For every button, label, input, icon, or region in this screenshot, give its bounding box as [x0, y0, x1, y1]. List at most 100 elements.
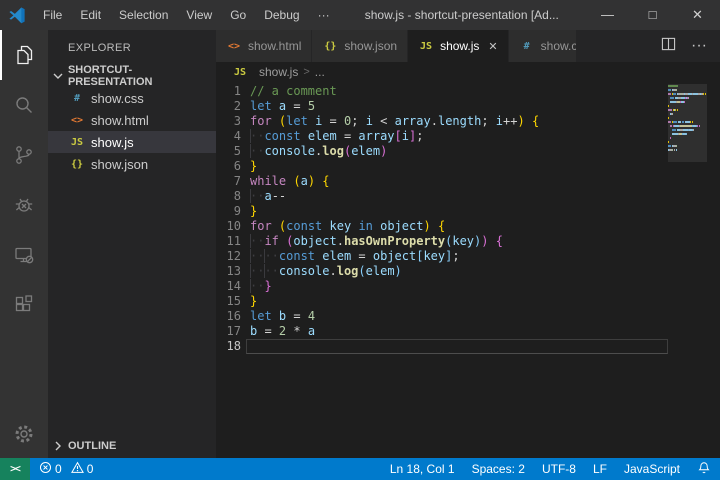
code-token: ): [423, 219, 430, 233]
editor-group: <>show.html{}show.jsonJSshow.js✕#show.cs…: [216, 30, 720, 458]
outline-section-header[interactable]: OUTLINE: [48, 435, 216, 457]
menu-view[interactable]: View: [177, 0, 221, 30]
code-token: (: [293, 174, 300, 188]
code-line-15[interactable]: 15}: [216, 294, 720, 309]
code-token: key: [452, 234, 474, 248]
code-line-14[interactable]: 14··}: [216, 279, 720, 294]
split-editor-icon[interactable]: [661, 37, 676, 56]
code-line-18[interactable]: 18: [216, 339, 720, 354]
menu-selection[interactable]: Selection: [110, 0, 177, 30]
maximize-button[interactable]: □: [630, 0, 675, 30]
tab-bar: <>show.html{}show.jsonJSshow.js✕#show.cs…: [216, 30, 720, 62]
code-token: =: [286, 99, 308, 113]
file-item-show.css[interactable]: # show.css: [48, 87, 216, 109]
folder-section-header[interactable]: SHORTCUT-PRESENTATION: [48, 65, 216, 87]
code-token: log: [322, 144, 344, 158]
status-eol[interactable]: LF: [593, 462, 607, 476]
code-token: [431, 219, 438, 233]
activity-remote-explorer[interactable]: [0, 230, 48, 280]
code-token: ;: [351, 114, 365, 128]
file-item-show.html[interactable]: <>show.html: [48, 109, 216, 131]
more-actions-icon[interactable]: ···: [691, 37, 707, 55]
code-line-8[interactable]: 8··a--: [216, 189, 720, 204]
code-token: elem: [322, 249, 351, 263]
tab-show.js[interactable]: JSshow.js✕: [408, 30, 509, 62]
code-line-1[interactable]: 1// a comment: [216, 84, 720, 99]
code-token: [272, 99, 279, 113]
source-control-icon: [12, 143, 36, 167]
breadcrumb-file[interactable]: show.js: [259, 65, 298, 79]
code-line-5[interactable]: 5··console.log(elem): [216, 144, 720, 159]
file-name: show.css: [91, 91, 144, 106]
code-line-12[interactable]: 12····const elem = object[key];: [216, 249, 720, 264]
menu-edit[interactable]: Edit: [71, 0, 110, 30]
code-editor[interactable]: 1// a comment2let a = 53for (let i = 0; …: [216, 82, 720, 458]
menu-go[interactable]: Go: [221, 0, 255, 30]
code-line-17[interactable]: 17b = 2 * a: [216, 324, 720, 339]
css-file-icon: #: [69, 93, 85, 104]
code-line-6[interactable]: 6}: [216, 159, 720, 174]
code-token: const: [286, 219, 322, 233]
json-file-icon: {}: [322, 41, 338, 52]
code-token: elem: [366, 264, 395, 278]
debug-icon: [12, 193, 36, 217]
remote-indicator[interactable]: ><: [0, 458, 30, 480]
chevron-down-icon: [50, 71, 66, 81]
activity-extensions[interactable]: [0, 280, 48, 330]
tab-close-icon[interactable]: ✕: [488, 40, 497, 53]
menu-debug[interactable]: Debug: [255, 0, 308, 30]
code-line-4[interactable]: 4··const elem = array[i];: [216, 129, 720, 144]
window-controls: — □ ✕: [585, 0, 720, 30]
line-number: 18: [216, 339, 241, 354]
activity-debug[interactable]: [0, 180, 48, 230]
activity-search[interactable]: [0, 80, 48, 130]
code-token: 5: [308, 99, 315, 113]
activity-settings[interactable]: [0, 422, 48, 446]
code-line-2[interactable]: 2let a = 5: [216, 99, 720, 114]
status-indentation[interactable]: Spaces: 2: [472, 462, 525, 476]
explorer-icon: [12, 43, 36, 67]
code-line-3[interactable]: 3for (let i = 0; i < array.length; i++) …: [216, 114, 720, 129]
code-line-7[interactable]: 7while (a) {: [216, 174, 720, 189]
menu-file[interactable]: File: [34, 0, 71, 30]
status-cursor-position[interactable]: Ln 18, Col 1: [390, 462, 455, 476]
menu-[interactable]: ···: [309, 0, 339, 30]
breadcrumb[interactable]: JS show.js > ...: [216, 62, 720, 82]
status-language-mode[interactable]: JavaScript: [624, 462, 680, 476]
file-item-show.js[interactable]: JSshow.js: [48, 131, 216, 153]
tab-show.html[interactable]: <>show.html: [216, 30, 312, 62]
line-number: 13: [216, 264, 241, 279]
breadcrumb-more[interactable]: ...: [315, 65, 325, 79]
tab-show.css[interactable]: #show.css: [509, 30, 577, 62]
line-number: 3: [216, 114, 241, 129]
code-line-13[interactable]: 13····console.log(elem): [216, 264, 720, 279]
close-button[interactable]: ✕: [675, 0, 720, 30]
code-token: for: [250, 219, 272, 233]
editor-actions: ···: [648, 30, 720, 62]
code-token: key: [423, 249, 445, 263]
status-encoding[interactable]: UTF-8: [542, 462, 576, 476]
current-line-highlight: [246, 339, 668, 354]
activity-source-control[interactable]: [0, 130, 48, 180]
notifications-bell-icon[interactable]: [697, 461, 711, 478]
minimize-button[interactable]: —: [585, 0, 630, 30]
tab-show.json[interactable]: {}show.json: [312, 30, 408, 62]
code-token: [308, 114, 315, 128]
code-token: elem: [351, 144, 380, 158]
code-token: ): [380, 144, 387, 158]
code-line-10[interactable]: 10for (const key in object) {: [216, 219, 720, 234]
code-line-11[interactable]: 11··if (object.hasOwnProperty(key)) {: [216, 234, 720, 249]
code-line-9[interactable]: 9}: [216, 204, 720, 219]
activity-explorer[interactable]: [0, 30, 48, 80]
file-list: # show.css <>show.htmlJSshow.js{}show.json: [48, 87, 216, 175]
code-token: ··: [250, 129, 264, 143]
problems-status[interactable]: 0 0: [30, 461, 99, 477]
code-line-16[interactable]: 16let b = 4: [216, 309, 720, 324]
code-token: [301, 324, 308, 338]
code-token: i: [402, 129, 409, 143]
extensions-icon: [12, 293, 36, 317]
file-item-show.json[interactable]: {}show.json: [48, 153, 216, 175]
code-token: ): [481, 234, 488, 248]
line-number: 7: [216, 174, 241, 189]
css-file-icon: #: [519, 41, 535, 52]
